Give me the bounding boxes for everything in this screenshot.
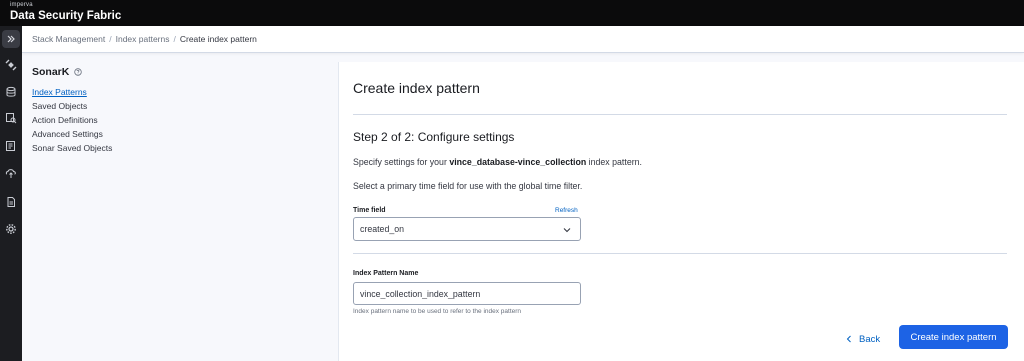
refresh-link[interactable]: Refresh <box>555 207 578 214</box>
index-pattern-name-label: Index Pattern Name <box>353 270 419 277</box>
create-index-pattern-button[interactable]: Create index pattern <box>899 325 1008 349</box>
database-icon[interactable] <box>2 83 20 101</box>
breadcrumb-index-patterns[interactable]: Index patterns <box>116 34 170 44</box>
time-filter-description: Select a primary time field for use with… <box>353 181 583 191</box>
expand-icon[interactable] <box>2 30 20 48</box>
chevron-left-icon <box>846 335 851 343</box>
breadcrumb-separator: / <box>109 34 112 44</box>
document-icon[interactable] <box>2 193 20 211</box>
breadcrumb-current: Create index pattern <box>179 34 257 44</box>
vendor-logo-text: imperva <box>10 2 33 8</box>
back-button[interactable]: Back <box>845 328 880 350</box>
gear-icon[interactable] <box>2 220 20 238</box>
page-title: Create index pattern <box>353 80 480 96</box>
top-bar: imperva Data Security Fabric <box>0 0 1024 26</box>
breadcrumb-separator: / <box>173 34 176 44</box>
index-name: vince_database-vince_collection <box>449 157 587 167</box>
breadcrumb: Stack Management / Index patterns / Crea… <box>22 26 1024 53</box>
index-pattern-name-help: Index pattern name to be used to refer t… <box>353 308 522 315</box>
side-rail <box>0 26 22 361</box>
time-field-select[interactable]: created_on <box>353 217 581 241</box>
divider <box>353 253 1007 254</box>
divider <box>353 114 1007 115</box>
chevron-down-icon <box>563 228 571 233</box>
description-prefix: Specify settings for your <box>353 157 450 167</box>
app-title: Data Security Fabric <box>10 10 122 22</box>
sidebar-item-index-patterns[interactable]: Index Patterns <box>32 85 322 99</box>
time-field-value: created_on <box>360 224 405 234</box>
satellite-icon[interactable] <box>2 56 20 74</box>
back-button-label: Back <box>859 333 881 345</box>
settings-description: Specify settings for your vince_database… <box>353 157 642 167</box>
sidebar-item-action-definitions[interactable]: Action Definitions <box>32 113 322 127</box>
cloud-upload-icon[interactable] <box>2 164 20 182</box>
sidebar-item-advanced-settings[interactable]: Advanced Settings <box>32 127 322 141</box>
sidebar-title: SonarK <box>32 66 322 78</box>
time-field-label: Time field <box>353 207 386 214</box>
create-index-pattern-panel: Create index pattern Step 2 of 2: Config… <box>338 62 1024 361</box>
search-database-icon[interactable] <box>2 109 20 127</box>
audit-icon[interactable] <box>2 137 20 155</box>
sidebar-item-sonar-saved-objects[interactable]: Sonar Saved Objects <box>32 141 322 155</box>
help-icon[interactable] <box>74 68 83 76</box>
breadcrumb-stack-management[interactable]: Stack Management <box>32 34 105 44</box>
sidebar-title-text: SonarK <box>32 66 70 78</box>
index-pattern-name-input[interactable] <box>353 282 581 305</box>
description-suffix: index pattern. <box>586 157 642 167</box>
sidebar-item-saved-objects[interactable]: Saved Objects <box>32 99 322 113</box>
step-title: Step 2 of 2: Configure settings <box>353 130 515 144</box>
management-sidebar: SonarK Index Patterns Saved Objects Acti… <box>32 66 322 155</box>
